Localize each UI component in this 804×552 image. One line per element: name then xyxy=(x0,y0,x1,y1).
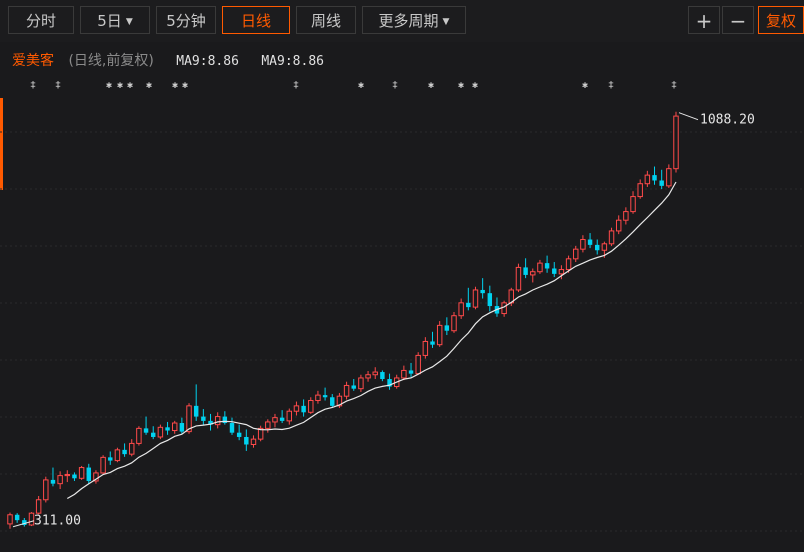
candle-body[interactable] xyxy=(595,244,600,251)
candle-body[interactable] xyxy=(652,175,657,181)
candle-body[interactable] xyxy=(358,377,364,390)
candle-body[interactable] xyxy=(143,428,149,433)
candle-body[interactable] xyxy=(501,302,507,315)
candle-body[interactable] xyxy=(523,267,528,275)
candle-body[interactable] xyxy=(659,180,664,186)
candle-body[interactable] xyxy=(64,474,71,477)
candle-body[interactable] xyxy=(250,438,257,445)
candle-body[interactable] xyxy=(244,436,249,445)
candle-body[interactable] xyxy=(472,289,479,308)
candle-body[interactable] xyxy=(430,341,435,345)
candle-body[interactable] xyxy=(436,324,443,346)
candle-body[interactable] xyxy=(214,416,221,426)
candle-body[interactable] xyxy=(372,371,378,376)
candle-body[interactable] xyxy=(580,239,586,250)
candle-body[interactable] xyxy=(57,475,63,485)
ma9-line xyxy=(67,181,677,500)
max-price-label: 1088.20 xyxy=(700,113,755,128)
candle-body[interactable] xyxy=(286,410,293,422)
candle-body[interactable] xyxy=(14,514,20,521)
candle-body[interactable] xyxy=(201,416,206,421)
candle-body[interactable] xyxy=(343,384,350,397)
candle-body[interactable] xyxy=(380,372,385,380)
candle-body[interactable] xyxy=(558,269,565,275)
candle-body[interactable] xyxy=(530,271,536,276)
candle-body[interactable] xyxy=(673,115,679,170)
candle-body[interactable] xyxy=(444,325,450,331)
candle-body[interactable] xyxy=(422,340,429,356)
candle-body[interactable] xyxy=(466,302,471,308)
candle-body[interactable] xyxy=(415,354,421,375)
candle-body[interactable] xyxy=(129,442,135,455)
candle-body[interactable] xyxy=(108,457,113,461)
candle-body[interactable] xyxy=(601,243,608,251)
candle-body[interactable] xyxy=(608,230,615,245)
candle-body[interactable] xyxy=(157,426,164,438)
candle-body[interactable] xyxy=(35,499,42,514)
candlestick-chart: 1088.20 311.00 xyxy=(0,111,804,532)
candle-body[interactable] xyxy=(615,219,622,232)
candle-body[interactable] xyxy=(587,239,593,245)
candle-body[interactable] xyxy=(279,417,285,421)
candle-body[interactable] xyxy=(573,248,579,260)
candle-body[interactable] xyxy=(308,399,314,413)
candle-body[interactable] xyxy=(272,417,278,423)
candle-body[interactable] xyxy=(458,302,464,317)
candle-body[interactable] xyxy=(552,268,557,274)
candle-body[interactable] xyxy=(365,374,371,379)
candle-body[interactable] xyxy=(630,196,636,213)
candle-body[interactable] xyxy=(236,432,242,437)
candle-body[interactable] xyxy=(451,315,457,332)
candle-body[interactable] xyxy=(165,427,170,431)
candle-body[interactable] xyxy=(114,449,121,462)
candle-body[interactable] xyxy=(100,456,106,474)
candle-body[interactable] xyxy=(7,514,13,525)
candle-body[interactable] xyxy=(122,449,127,455)
candle-body[interactable] xyxy=(78,467,85,479)
candle-body[interactable] xyxy=(644,174,651,185)
candle-body[interactable] xyxy=(72,474,77,479)
candle-body[interactable] xyxy=(565,258,572,271)
candle-body[interactable] xyxy=(50,479,56,484)
candle-body[interactable] xyxy=(330,397,335,406)
min-price-label: 311.00 xyxy=(34,514,81,529)
candle-body[interactable] xyxy=(43,479,49,501)
candle-body[interactable] xyxy=(86,467,91,481)
candle-body[interactable] xyxy=(301,405,306,413)
candle-body[interactable] xyxy=(136,427,142,444)
candle-body[interactable] xyxy=(315,394,321,401)
candle-body[interactable] xyxy=(637,183,643,198)
candle-body[interactable] xyxy=(515,266,522,291)
candle-body[interactable] xyxy=(265,421,271,429)
candle-body[interactable] xyxy=(293,405,300,412)
candle-body[interactable] xyxy=(480,289,485,294)
candle-body[interactable] xyxy=(537,262,543,273)
candle-body[interactable] xyxy=(623,211,629,221)
candle-body[interactable] xyxy=(151,432,156,437)
candle-body[interactable] xyxy=(322,395,328,398)
candle-body[interactable] xyxy=(171,422,178,432)
candle-body[interactable] xyxy=(179,423,185,432)
candle-body[interactable] xyxy=(544,263,550,269)
candle-body[interactable] xyxy=(487,293,493,307)
candle-body[interactable] xyxy=(229,423,235,433)
candle-body[interactable] xyxy=(401,369,407,379)
max-pointer xyxy=(678,112,699,121)
candle-body[interactable] xyxy=(408,370,414,374)
candle-body[interactable] xyxy=(666,168,672,187)
candle-body[interactable] xyxy=(193,405,199,417)
candle-body[interactable] xyxy=(351,385,356,389)
